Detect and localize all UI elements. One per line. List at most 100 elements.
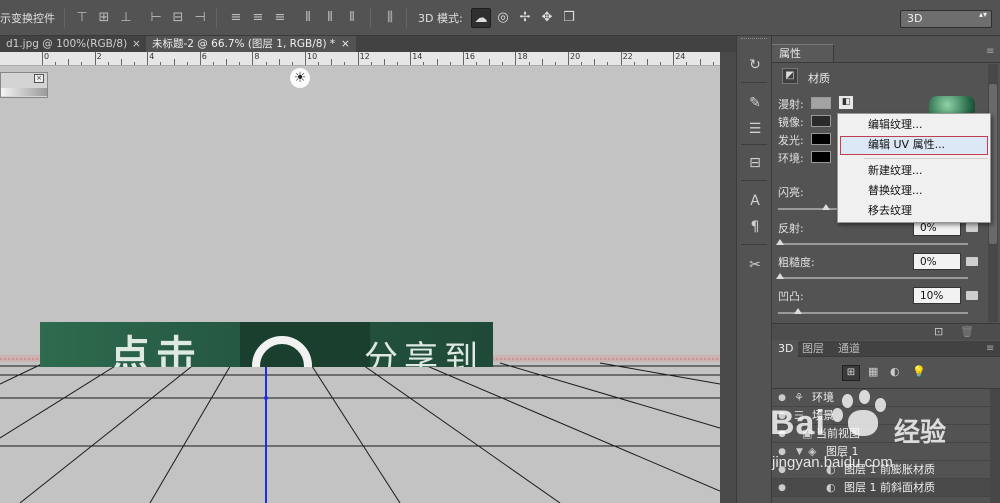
layer-row-environment[interactable]: ● ⚘ 环境 — [772, 389, 990, 407]
close-icon[interactable]: × — [341, 36, 350, 52]
roll-3d-icon[interactable]: ◎ — [493, 8, 513, 28]
distribute-left-icon[interactable]: ⫴ — [300, 10, 316, 26]
brush-presets-icon[interactable]: ✎ — [746, 94, 764, 112]
ruler-tick — [226, 59, 228, 65]
ruler-tick — [646, 59, 648, 65]
folder-icon[interactable] — [966, 291, 978, 300]
transform-controls-label[interactable]: 示变换控件 — [0, 10, 55, 26]
panel-menu-icon[interactable]: ≡ — [986, 46, 994, 57]
roughness-slider[interactable] — [776, 273, 968, 279]
divider — [772, 62, 1000, 63]
section-label: 材质 — [808, 72, 830, 85]
tab-3d[interactable]: 3D — [772, 341, 798, 357]
ruler-tick — [265, 62, 267, 65]
tab-layers[interactable]: 图层 — [802, 341, 824, 357]
panel-scrollbar[interactable] — [990, 389, 1000, 503]
auto-align-icon[interactable]: ⫼ — [382, 10, 398, 26]
menu-item-remove-texture[interactable]: 移去纹理 — [868, 204, 912, 218]
ruler-tick — [186, 62, 188, 65]
distribute-bottom-icon[interactable]: ≡ — [272, 10, 288, 26]
scale-3d-icon[interactable]: ❒ — [559, 8, 579, 28]
layer-row-scene[interactable]: ● ☰ 场景 — [772, 407, 990, 425]
align-vcenter-icon[interactable]: ⊞ — [96, 10, 112, 26]
panel-menu-icon[interactable]: ≡ — [986, 341, 994, 357]
lights-icon[interactable]: 💡 — [912, 365, 926, 378]
pan-3d-icon[interactable]: ✢ — [515, 8, 535, 28]
eye-icon[interactable]: ● — [776, 482, 788, 494]
distribute-right-icon[interactable]: ⫴ — [344, 10, 360, 26]
ruler-tick — [554, 62, 556, 65]
chevron-down-icon[interactable]: ▼ — [796, 443, 803, 461]
close-icon[interactable]: × — [132, 36, 141, 52]
layer-row-front-bevel-material[interactable]: ● ◐ 图层 1 前斜面材质 — [772, 479, 990, 497]
ruler-label: 16 — [464, 52, 475, 61]
tab-properties[interactable]: 属性 — [772, 44, 834, 62]
ruler-tick — [318, 62, 320, 65]
orbit-3d-icon[interactable]: ☁ — [471, 8, 491, 28]
tools-icon[interactable]: ✂ — [746, 256, 764, 274]
slider-knob[interactable] — [794, 308, 802, 314]
align-right-icon[interactable]: ⊣ — [192, 10, 208, 26]
texture-icon[interactable]: ◧ — [838, 95, 854, 110]
slide-3d-icon[interactable]: ✥ — [537, 8, 557, 28]
bump-slider[interactable] — [778, 308, 968, 314]
3d-panel: 3D 图层 通道 ≡ ⊞ ▦ ◐ 💡 ● ⚘ 环境 ● ☰ 场景 ● ▣ 当前视… — [772, 341, 1000, 503]
eye-icon[interactable]: ● — [776, 464, 788, 476]
materials-icon[interactable]: ◐ — [890, 365, 900, 378]
eye-icon[interactable]: ● — [776, 392, 788, 404]
distribute-top-icon[interactable]: ≡ — [228, 10, 244, 26]
character-icon[interactable]: A — [746, 192, 764, 210]
folder-icon[interactable] — [966, 257, 978, 266]
paragraph-icon[interactable]: ¶ — [746, 218, 764, 236]
slider-knob[interactable] — [776, 273, 784, 279]
menu-item-new-texture[interactable]: 新建纹理... — [868, 164, 923, 178]
diffuse-swatch[interactable] — [811, 97, 831, 109]
ruler-tick — [423, 62, 425, 65]
menu-item-edit-uv[interactable]: 编辑 UV 属性... — [868, 138, 945, 152]
slider-knob[interactable] — [776, 239, 784, 245]
layer-row-current-view[interactable]: ● ▣ 当前视图 — [772, 425, 990, 443]
adjustments-icon[interactable]: ☰ — [746, 120, 764, 138]
document-canvas[interactable]: × ☀ 点击 分享到 — [0, 66, 720, 503]
divider — [216, 8, 217, 28]
new-icon[interactable]: ⊡ — [934, 325, 943, 338]
menu-item-edit-texture[interactable]: 编辑纹理... — [868, 118, 923, 132]
eye-icon[interactable]: ● — [776, 410, 788, 422]
ambient-swatch[interactable] — [811, 151, 831, 163]
trash-icon[interactable]: 🗑 — [960, 325, 974, 338]
whole-scene-icon[interactable]: ⊞ — [842, 365, 860, 381]
folder-icon[interactable] — [966, 223, 978, 232]
meshes-icon[interactable]: ▦ — [868, 365, 878, 378]
bump-input[interactable]: 10% — [913, 287, 961, 304]
eye-icon[interactable]: ● — [776, 428, 788, 440]
tab-channels[interactable]: 通道 — [838, 341, 860, 357]
reflection-slider[interactable] — [776, 239, 968, 245]
align-hcenter-icon[interactable]: ⊟ — [170, 10, 186, 26]
history-icon[interactable]: ↻ — [746, 56, 764, 74]
eye-icon[interactable]: ● — [776, 446, 788, 458]
layer-comps-icon[interactable]: ⊟ — [746, 154, 764, 172]
canvas-scrollbar[interactable] — [720, 52, 736, 503]
specular-swatch[interactable] — [811, 115, 831, 127]
distribute-hcenter-icon[interactable]: ⫴ — [322, 10, 338, 26]
workspace-select[interactable]: 3D — [900, 10, 992, 28]
ruler-tick — [212, 62, 214, 65]
illumination-swatch[interactable] — [811, 133, 831, 145]
tab-d1[interactable]: d1.jpg @ 100%(RGB/8) × — [0, 36, 145, 52]
layer-row-front-inflation-material[interactable]: ● ◐ 图层 1 前膨胀材质 — [772, 461, 990, 479]
ruler-tick — [173, 59, 175, 65]
bump-label: 凹凸: — [778, 290, 804, 303]
align-bottom-icon[interactable]: ⊥ — [118, 10, 134, 26]
menu-item-replace-texture[interactable]: 替换纹理... — [868, 184, 923, 198]
layer-row-layer1[interactable]: ● ▼ ◈ 图层 1 — [772, 443, 990, 461]
roughness-input[interactable]: 0% — [913, 253, 961, 270]
align-left-icon[interactable]: ⊢ — [148, 10, 164, 26]
ruler-tick — [134, 62, 136, 65]
ruler-label: 4 — [149, 52, 155, 61]
3d-text-object[interactable]: 点击 分享到 — [40, 322, 493, 367]
slider-knob[interactable] — [822, 204, 830, 210]
distribute-vcenter-icon[interactable]: ≡ — [250, 10, 266, 26]
align-top-icon[interactable]: ⊤ — [74, 10, 90, 26]
tab-untitled-2[interactable]: 未标题-2 @ 66.7% (图层 1, RGB/8) * × — [146, 36, 356, 52]
panel-tab-bar: 3D 图层 通道 ≡ — [772, 341, 1000, 357]
